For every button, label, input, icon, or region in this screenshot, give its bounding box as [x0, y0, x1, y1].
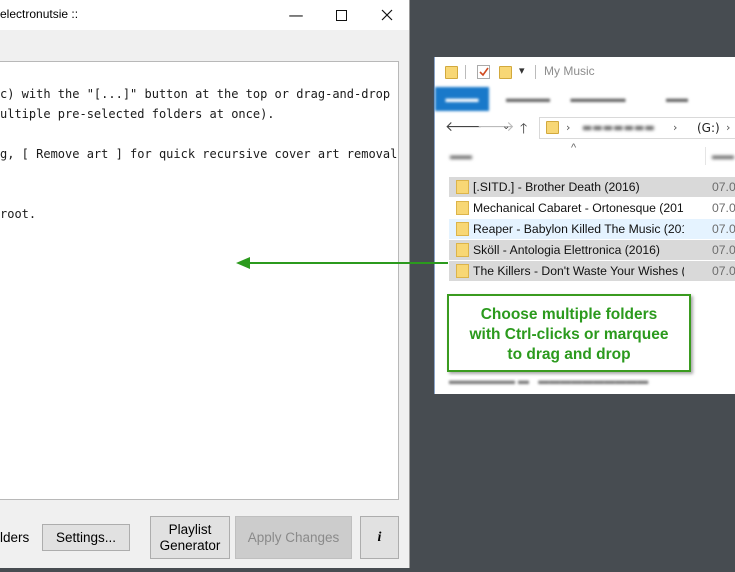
drag-direction-arrow — [236, 257, 448, 269]
arrow-head — [236, 257, 250, 269]
